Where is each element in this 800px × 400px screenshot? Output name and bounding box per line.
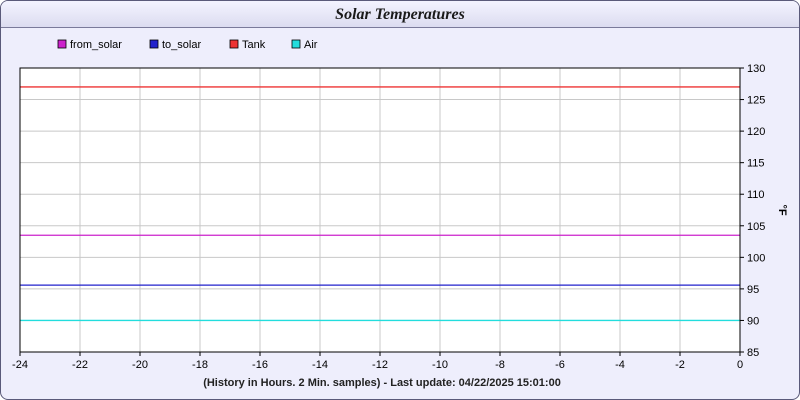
x-tick-label: -10 <box>432 359 448 371</box>
y-tick-label: 100 <box>747 252 765 264</box>
legend: from_solar to_solar Tank Air <box>57 39 318 51</box>
y-tick-label: 85 <box>747 347 759 359</box>
legend-label-Tank: Tank <box>242 39 266 51</box>
legend-label-to_solar: to_solar <box>162 39 201 51</box>
x-tick-label: -2 <box>675 359 685 371</box>
x-tick-label: -14 <box>312 359 328 371</box>
legend-swatch-to_solar <box>149 39 159 49</box>
y-tick-label: 130 <box>747 63 765 75</box>
x-tick-label: -20 <box>132 359 148 371</box>
x-tick-label: 0 <box>737 359 743 371</box>
x-axis-label: (History in Hours. 2 Min. samples) - Las… <box>203 377 561 389</box>
y-tick-label: 120 <box>747 126 765 138</box>
legend-label-from_solar: from_solar <box>70 39 122 51</box>
x-tick-label: -4 <box>615 359 625 371</box>
y-tick-label: 110 <box>747 189 765 201</box>
x-tick-label: -18 <box>192 359 208 371</box>
x-tick-label: -22 <box>72 359 88 371</box>
x-tick-label: -6 <box>555 359 565 371</box>
y-tick-label: 105 <box>747 221 765 233</box>
x-tick-label: -24 <box>12 359 28 371</box>
x-tick-label: -12 <box>372 359 388 371</box>
legend-swatch-Tank <box>229 39 239 49</box>
y-tick-label: 95 <box>747 284 759 296</box>
legend-swatch-Air <box>291 39 301 49</box>
y-axis-label: °F <box>776 204 788 215</box>
chart-svg: from_solar to_solar Tank Air -24 -22 -20 -18 -1… <box>12 39 788 389</box>
y-tick-label: 115 <box>747 158 765 170</box>
legend-label-Air: Air <box>304 39 318 51</box>
x-tick-label: -16 <box>252 359 268 371</box>
legend-swatch-from_solar <box>57 39 67 49</box>
y-tick-label: 125 <box>747 95 765 107</box>
x-tick-label: -8 <box>495 359 505 371</box>
y-tick-label: 90 <box>747 315 759 327</box>
